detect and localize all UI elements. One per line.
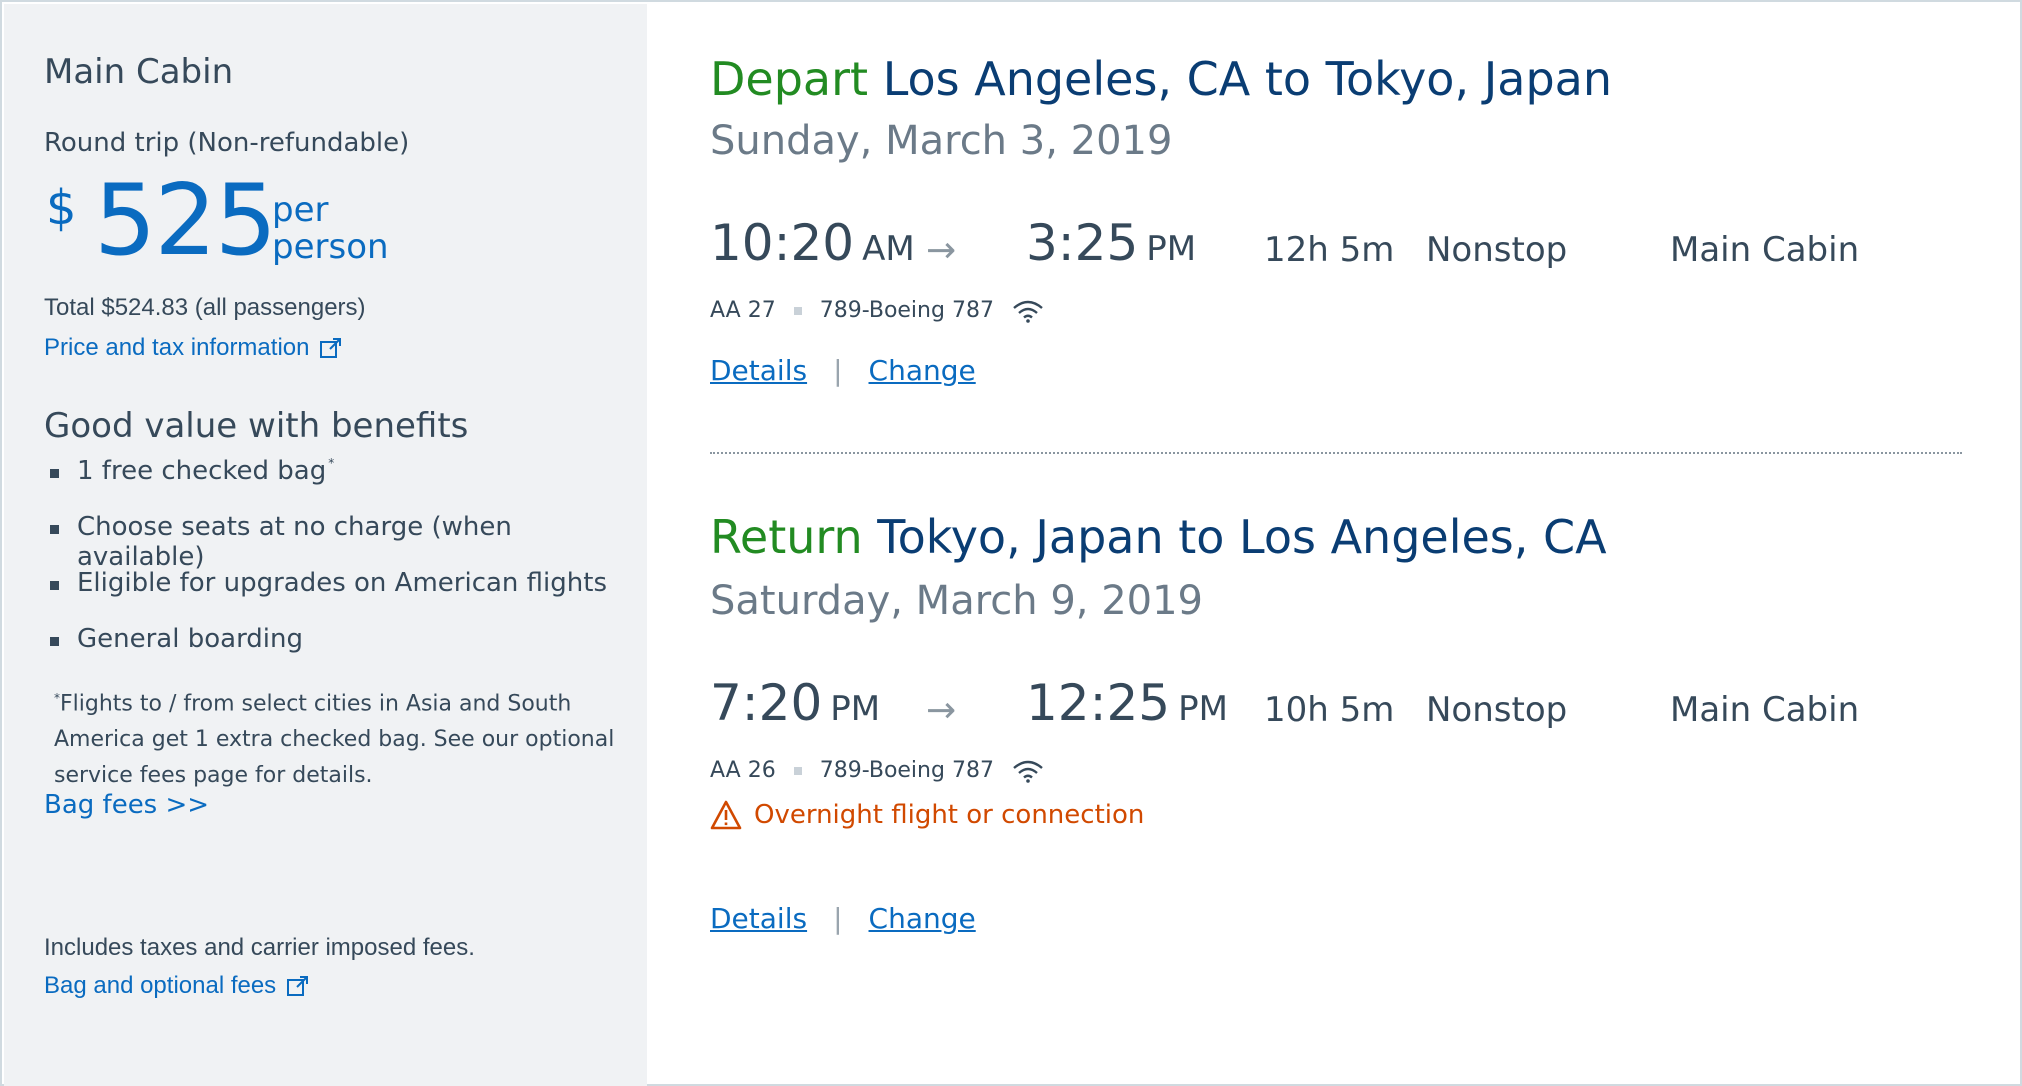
time-ampm: PM: [1178, 689, 1228, 729]
bullet-icon: [50, 525, 59, 534]
fare-card: Main Cabin Round trip (Non-refundable) $…: [0, 0, 2022, 1086]
benefit-text: General boarding: [77, 624, 304, 654]
trip-type: Round trip (Non-refundable): [44, 128, 410, 158]
price-tax-link-label[interactable]: Price and tax information: [44, 334, 309, 362]
time-value: 7:20: [710, 674, 823, 732]
details-link[interactable]: Details: [710, 902, 807, 935]
flight-info: AA 27 789-Boeing 787: [710, 298, 1044, 323]
fare-summary-panel: Main Cabin Round trip (Non-refundable) $…: [4, 4, 647, 1086]
stops: Nonstop: [1426, 230, 1568, 270]
flight-info: AA 26 789-Boeing 787: [710, 758, 1044, 783]
arrow-right-icon: →: [926, 690, 957, 731]
bullet-icon: [50, 469, 59, 478]
duration: 10h 5m: [1264, 690, 1395, 730]
benefits-title: Good value with benefits: [44, 406, 469, 446]
arrive-time: 3:25 PM: [1026, 214, 1196, 272]
time-value: 10:20: [710, 214, 855, 272]
list-item: General boarding: [44, 624, 647, 680]
list-item: 1 free checked bag *: [44, 456, 647, 512]
benefit-text: 1 free checked bag: [77, 456, 327, 486]
price-currency: $: [46, 180, 77, 236]
stops: Nonstop: [1426, 690, 1568, 730]
list-item: Choose seats at no charge (when availabl…: [44, 512, 647, 572]
price-amount: 525: [94, 164, 277, 278]
time-value: 3:25: [1026, 214, 1139, 272]
total-price: Total $524.83 (all passengers): [44, 294, 366, 321]
footnote-marker: *: [328, 456, 335, 470]
depart-time: 10:20 AM: [710, 214, 915, 272]
footnote-text: Flights to / from select cities in Asia …: [54, 691, 615, 789]
change-link[interactable]: Change: [869, 354, 976, 387]
separator-dot: [793, 306, 802, 315]
depart-date: Sunday, March 3, 2019: [710, 118, 1173, 164]
flight-number: AA 26: [710, 758, 776, 783]
return-title: Return Tokyo, Japan to Los Angeles, CA: [710, 510, 1607, 564]
list-item: Eligible for upgrades on American flight…: [44, 568, 647, 624]
direction-label: Return: [710, 510, 863, 564]
warning-text: Overnight flight or connection: [754, 800, 1145, 830]
leg-divider: [710, 452, 1962, 454]
cabin-class: Main Cabin: [1670, 690, 1860, 730]
external-link-icon[interactable]: [286, 974, 310, 998]
arrow-right-icon: →: [926, 230, 957, 271]
overnight-warning: Overnight flight or connection: [710, 800, 1144, 830]
aircraft: 789-Boeing 787: [819, 298, 994, 323]
details-link[interactable]: Details: [710, 354, 807, 387]
warning-icon: [710, 800, 742, 830]
wifi-icon: [1013, 300, 1043, 323]
duration: 12h 5m: [1264, 230, 1395, 270]
arrive-time: 12:25 PM: [1026, 674, 1228, 732]
aircraft: 789-Boeing 787: [819, 758, 994, 783]
bag-optional-fees-link[interactable]: Bag and optional fees: [44, 972, 310, 1000]
time-ampm: AM: [862, 229, 915, 269]
depart-time: 7:20 PM: [710, 674, 880, 732]
benefits-list: 1 free checked bag * Choose seats at no …: [44, 456, 647, 680]
time-value: 12:25: [1026, 674, 1171, 732]
bag-footnote: *Flights to / from select cities in Asia…: [54, 680, 634, 794]
price: $ 525 per person: [44, 164, 644, 278]
separator: |: [833, 902, 843, 935]
separator: |: [833, 354, 843, 387]
route: Los Angeles, CA to Tokyo, Japan: [882, 52, 1612, 106]
depart-title: Depart Los Angeles, CA to Tokyo, Japan: [710, 52, 1612, 106]
wifi-icon: [1013, 760, 1043, 783]
price-per-person: per person: [272, 192, 389, 265]
price-per-line1: per: [272, 190, 329, 230]
bag-optional-fees-label[interactable]: Bag and optional fees: [44, 972, 276, 1000]
bullet-icon: [50, 637, 59, 646]
benefit-text: Eligible for upgrades on American flight…: [77, 568, 607, 598]
includes-taxes-note: Includes taxes and carrier imposed fees.: [44, 934, 475, 961]
route: Tokyo, Japan to Los Angeles, CA: [877, 510, 1607, 564]
bag-fees-link[interactable]: Bag fees >>: [44, 790, 209, 820]
leg-actions: Details | Change: [710, 902, 976, 935]
leg-actions: Details | Change: [710, 354, 976, 387]
direction-label: Depart: [710, 52, 869, 106]
external-link-icon[interactable]: [319, 336, 343, 360]
separator-dot: [793, 766, 802, 775]
bullet-icon: [50, 581, 59, 590]
price-tax-link[interactable]: Price and tax information: [44, 334, 343, 362]
change-link[interactable]: Change: [869, 902, 976, 935]
flight-number: AA 27: [710, 298, 776, 323]
time-ampm: PM: [1146, 229, 1197, 269]
time-ampm: PM: [830, 689, 881, 729]
cabin-class: Main Cabin: [1670, 230, 1860, 270]
price-per-line2: person: [272, 226, 389, 267]
cabin-title: Main Cabin: [44, 52, 234, 92]
return-date: Saturday, March 9, 2019: [710, 578, 1204, 624]
benefit-text: Choose seats at no charge (when availabl…: [76, 512, 512, 572]
